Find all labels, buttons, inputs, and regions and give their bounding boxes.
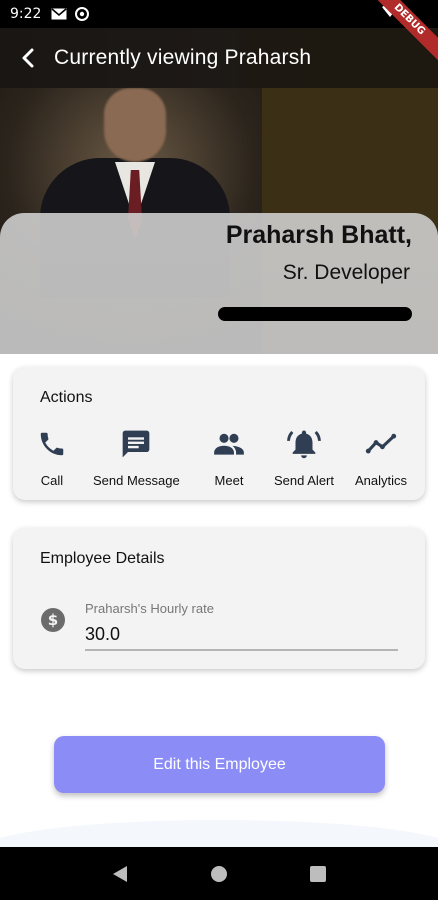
status-bar: 9:22 xyxy=(0,0,438,28)
dollar-icon: $ xyxy=(41,608,65,632)
message-icon xyxy=(119,427,153,461)
trend-icon xyxy=(364,427,398,461)
employee-details-title: Employee Details xyxy=(40,550,165,567)
actions-title: Actions xyxy=(40,389,93,406)
employee-name: Praharsh Bhatt, xyxy=(225,221,412,249)
edit-employee-button[interactable]: Edit this Employee xyxy=(54,736,385,793)
actions-card: Actions Call Send Message Meet Send Aler… xyxy=(13,367,425,500)
redacted-email xyxy=(218,307,412,321)
page-title: Currently viewing Praharsh xyxy=(54,46,312,69)
send-alert-action[interactable]: Send Alert xyxy=(274,427,334,488)
gmail-icon xyxy=(51,8,67,20)
employee-role: Sr. Developer xyxy=(282,261,410,284)
back-arrow-icon[interactable] xyxy=(16,46,40,70)
meet-action[interactable]: Meet xyxy=(212,427,246,488)
send-message-label: Send Message xyxy=(93,473,180,488)
meet-label: Meet xyxy=(214,473,244,488)
nav-back-icon[interactable] xyxy=(108,862,132,886)
analytics-label: Analytics xyxy=(355,473,408,488)
system-nav-bar xyxy=(0,847,438,900)
bell-alert-icon xyxy=(287,427,321,461)
app-bar: Currently viewing Praharsh xyxy=(0,28,438,88)
hourly-rate-field[interactable] xyxy=(85,619,398,651)
people-icon xyxy=(212,427,246,461)
call-action[interactable]: Call xyxy=(35,427,69,488)
call-label: Call xyxy=(40,473,64,488)
profile-info-panel: Praharsh Bhatt, Sr. Developer xyxy=(0,213,438,354)
nav-recents-icon[interactable] xyxy=(306,862,330,886)
analytics-action[interactable]: Analytics xyxy=(355,427,407,488)
phone-icon xyxy=(35,427,69,461)
status-time: 9:22 xyxy=(10,6,42,22)
nav-home-icon[interactable] xyxy=(207,862,231,886)
employee-details-card: Employee Details $ Praharsh's Hourly rat… xyxy=(13,528,425,669)
sync-icon xyxy=(75,7,90,21)
hourly-rate-label: Praharsh's Hourly rate xyxy=(85,601,214,616)
send-alert-label: Send Alert xyxy=(274,473,334,488)
send-message-action[interactable]: Send Message xyxy=(93,427,180,488)
